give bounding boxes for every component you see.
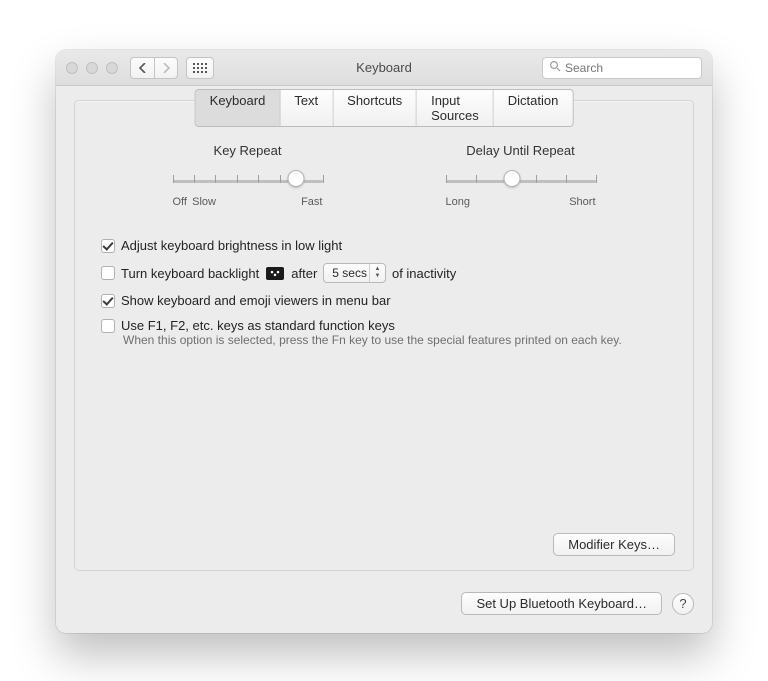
window-body: Keyboard Text Shortcuts Input Sources Di… — [56, 86, 712, 633]
checkbox-fn-keys[interactable] — [101, 319, 115, 333]
backlight-timeout-value: 5 secs — [332, 266, 367, 280]
option-fn-keys: Use F1, F2, etc. keys as standard functi… — [101, 318, 667, 333]
key-repeat-slow-label: Slow — [192, 196, 216, 208]
search-field[interactable] — [542, 57, 702, 79]
delay-short-label: Short — [569, 196, 595, 208]
key-repeat-slider-box: Key Repeat Off Slow Fast — [148, 143, 348, 208]
preferences-window: Keyboard Keyboard Text Shortcuts Input S… — [56, 50, 712, 633]
key-repeat-title: Key Repeat — [214, 143, 282, 158]
modifier-keys-row: Modifier Keys… — [553, 533, 675, 556]
label-show-viewers: Show keyboard and emoji viewers in menu … — [121, 293, 391, 308]
fn-keys-hint: When this option is selected, press the … — [123, 333, 667, 347]
key-repeat-fast-label: Fast — [301, 196, 322, 208]
label-brightness-low-light: Adjust keyboard brightness in low light — [121, 238, 342, 253]
label-backlight-off-suffix: of inactivity — [392, 266, 456, 281]
delay-long-label: Long — [446, 196, 470, 208]
label-backlight-off-mid: after — [291, 266, 317, 281]
setup-bluetooth-keyboard-button[interactable]: Set Up Bluetooth Keyboard… — [461, 592, 662, 615]
titlebar: Keyboard — [56, 50, 712, 86]
minimize-window-button[interactable] — [86, 62, 98, 74]
close-window-button[interactable] — [66, 62, 78, 74]
zoom-window-button[interactable] — [106, 62, 118, 74]
label-fn-keys: Use F1, F2, etc. keys as standard functi… — [121, 318, 395, 333]
keyboard-icon — [266, 267, 284, 280]
tab-dictation[interactable]: Dictation — [494, 90, 573, 126]
help-button[interactable]: ? — [672, 593, 694, 615]
delay-slider[interactable] — [446, 172, 596, 190]
tab-shortcuts[interactable]: Shortcuts — [333, 90, 417, 126]
search-input[interactable] — [565, 61, 695, 75]
option-brightness-low-light: Adjust keyboard brightness in low light — [101, 238, 667, 253]
delay-slider-box: Delay Until Repeat Long Short — [421, 143, 621, 208]
key-repeat-off-label: Off — [173, 196, 187, 208]
tab-keyboard[interactable]: Keyboard — [196, 90, 281, 126]
tab-bar: Keyboard Text Shortcuts Input Sources Di… — [195, 89, 574, 127]
modifier-keys-button[interactable]: Modifier Keys… — [553, 533, 675, 556]
forward-button[interactable] — [154, 57, 178, 79]
key-repeat-slider[interactable] — [173, 172, 323, 190]
label-backlight-off-prefix: Turn keyboard backlight — [121, 266, 259, 281]
keyboard-panel: Keyboard Text Shortcuts Input Sources Di… — [74, 100, 694, 571]
stepper-icon: ▲▼ — [369, 264, 385, 282]
option-backlight-off: Turn keyboard backlight after 5 secs ▲▼ … — [101, 263, 667, 283]
option-show-viewers: Show keyboard and emoji viewers in menu … — [101, 293, 667, 308]
checkbox-brightness-low-light[interactable] — [101, 239, 115, 253]
options-list: Adjust keyboard brightness in low light … — [101, 238, 667, 347]
bottom-button-row: Set Up Bluetooth Keyboard… ? — [461, 592, 694, 615]
checkbox-show-viewers[interactable] — [101, 294, 115, 308]
delay-title: Delay Until Repeat — [466, 143, 574, 158]
slider-row: Key Repeat Off Slow Fast Delay Until Rep… — [111, 143, 657, 208]
checkbox-backlight-off[interactable] — [101, 266, 115, 280]
tab-text[interactable]: Text — [280, 90, 333, 126]
window-controls — [66, 62, 118, 74]
grid-icon — [193, 63, 207, 73]
search-icon — [549, 60, 561, 75]
back-button[interactable] — [130, 57, 154, 79]
backlight-timeout-select[interactable]: 5 secs ▲▼ — [323, 263, 386, 283]
show-all-button[interactable] — [186, 57, 214, 79]
tab-input-sources[interactable]: Input Sources — [417, 90, 494, 126]
nav-back-forward — [130, 57, 178, 79]
